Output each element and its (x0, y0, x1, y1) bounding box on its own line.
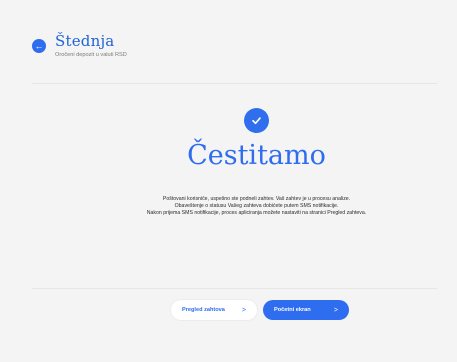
home-screen-label: Početni ekran (274, 307, 311, 313)
chevron-right-icon: > (333, 306, 338, 314)
footer-divider (32, 288, 437, 289)
page-title: Štednja (55, 32, 115, 50)
chevron-right-icon: > (241, 306, 246, 314)
success-message-line: Poštovani korisniče, uspešno ste podneli… (162, 196, 351, 202)
success-heading: Čestitamo (0, 140, 457, 171)
check-icon (252, 117, 261, 125)
success-check-icon (244, 108, 269, 133)
success-message: Poštovani korisniče, uspešno ste podneli… (0, 196, 457, 216)
header-divider (32, 83, 437, 84)
arrow-left-icon: ← (34, 40, 44, 51)
review-requests-label: Pregled zahtova (182, 307, 225, 313)
success-message-line: Obaveštenje o statusu Vašeg zahteva dobi… (174, 202, 339, 209)
home-screen-button[interactable]: Početni ekran > (263, 300, 349, 320)
back-button[interactable]: ← (32, 39, 46, 53)
page-subtitle: Oročeni depozit u valuti RSD (55, 52, 127, 58)
success-message-line: Nakon prijema SMS notifikacije, proces a… (146, 209, 367, 216)
review-requests-button[interactable]: Pregled zahtova > (171, 300, 257, 320)
success-heading-text: Čestitamo (187, 140, 326, 171)
